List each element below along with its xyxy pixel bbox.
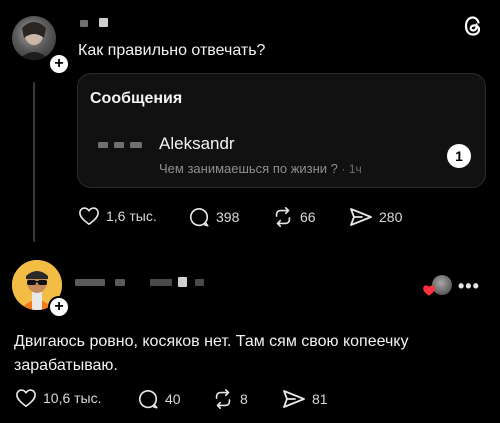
post1-share-button[interactable]: 280: [349, 206, 402, 228]
speech-bubble-icon: [138, 390, 158, 409]
post2-comment-button[interactable]: 40: [137, 388, 181, 410]
heart-icon: [79, 207, 99, 225]
post2-username-redacted: [150, 279, 172, 286]
post1-username-redacted: [80, 20, 88, 27]
message-avatar-redacted: [130, 142, 142, 148]
send-arrow-icon: [350, 208, 372, 226]
heart-icon: [16, 389, 36, 407]
post1-like-count: 1,6 тыс.: [106, 208, 157, 224]
repost-arrows-icon: [275, 207, 291, 227]
threads-logo-icon[interactable]: [462, 14, 484, 43]
messages-card-title: Сообщения: [90, 90, 183, 107]
heart-badge-icon: [423, 285, 435, 296]
message-preview-text: Чем занимаешься по жизни ?: [159, 161, 338, 176]
post2-comment-count: 40: [165, 391, 181, 407]
post1-follow-plus-icon[interactable]: +: [48, 53, 70, 75]
post1-comment-count: 398: [216, 209, 240, 225]
post2-username-redacted: [195, 279, 204, 286]
message-avatar-redacted: [114, 142, 124, 148]
message-sender-name: Aleksandr: [159, 134, 235, 153]
unread-count-badge: 1: [447, 144, 471, 168]
post1-like-button[interactable]: 1,6 тыс.: [78, 206, 157, 226]
thread-connector-line: [33, 82, 35, 242]
avatar-image: [18, 22, 50, 60]
post2-text-line2: зарабатываю.: [14, 357, 118, 374]
post1-share-count: 280: [379, 209, 403, 225]
post2-text: Двигаюсь ровно, косяков нет. Там сям сво…: [14, 330, 494, 378]
post2-repost-button[interactable]: 8: [212, 388, 248, 410]
post2-username-redacted: [75, 279, 105, 286]
post2-repost-count: 8: [240, 391, 248, 407]
send-arrow-icon: [283, 390, 305, 408]
post1-repost-button[interactable]: 66: [272, 206, 316, 228]
post2-share-button[interactable]: 81: [282, 388, 328, 410]
repost-arrows-icon: [215, 389, 231, 409]
message-avatar-redacted: [98, 142, 108, 148]
speech-bubble-icon: [189, 208, 209, 227]
post1-repost-count: 66: [300, 209, 316, 225]
post2-username-redacted: [115, 279, 125, 286]
post2-share-count: 81: [312, 391, 328, 407]
post2-like-count: 10,6 тыс.: [43, 390, 102, 406]
post1-avatar[interactable]: [12, 16, 56, 60]
message-preview: Чем занимаешься по жизни ? · 1ч: [159, 161, 362, 176]
post1-username-redacted: [99, 18, 108, 27]
post1-comment-button[interactable]: 398: [188, 206, 239, 228]
post2-username-redacted: [178, 277, 187, 287]
post2-follow-plus-icon[interactable]: +: [48, 296, 70, 318]
post1-question-text: Как правильно отвечать?: [78, 42, 266, 59]
post2-text-line1: Двигаюсь ровно, косяков нет. Там сям сво…: [14, 333, 409, 350]
more-options-icon[interactable]: •••: [458, 276, 480, 297]
post2-like-button[interactable]: 10,6 тыс.: [15, 388, 102, 408]
message-time: · 1ч: [341, 162, 362, 176]
